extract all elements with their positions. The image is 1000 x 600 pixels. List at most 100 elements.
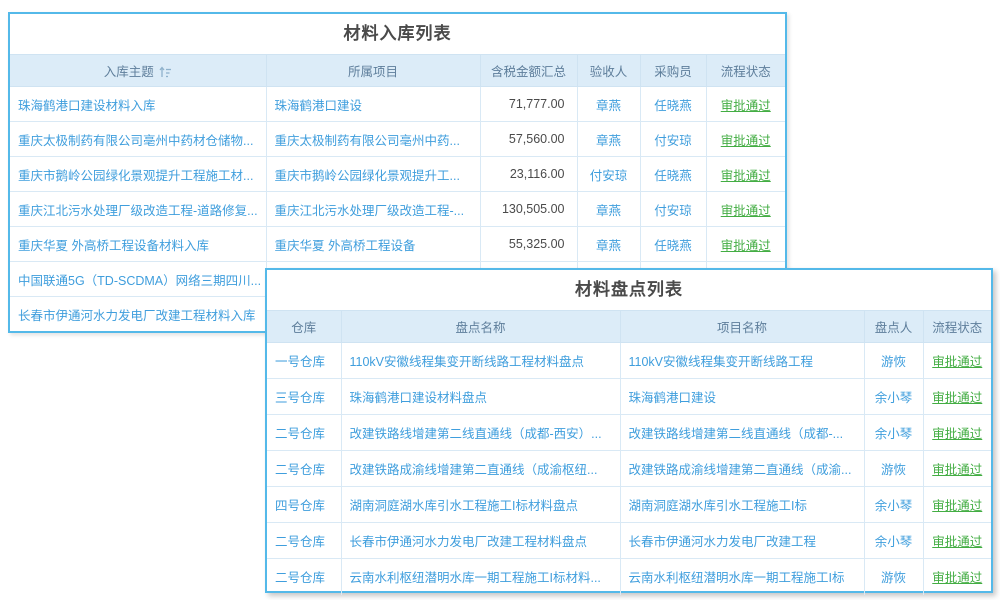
inbound-acceptor-cell[interactable]: 章燕 [577,227,640,262]
inventory-name-link[interactable]: 珠海鹤港口建设材料盘点 [341,379,620,415]
status-link[interactable]: 审批通过 [932,427,982,441]
inventory-status-cell: 审批通过 [923,379,991,415]
warehouse-cell[interactable]: 四号仓库 [267,487,341,523]
inbound-amount-cell: 55,325.00 [480,227,577,262]
inventory-person-cell[interactable]: 余小琴 [864,523,923,559]
inbound-acceptor-cell[interactable]: 章燕 [577,192,640,227]
inventory-status-cell: 审批通过 [923,559,991,595]
inbound-list-title: 材料入库列表 [10,14,785,54]
inventory-project-link[interactable]: 珠海鹤港口建设 [620,379,864,415]
inbound-row: 珠海鹤港口建设材料入库 珠海鹤港口建设 71,777.00 章燕 任晓燕 审批通… [10,87,785,122]
inventory-person-cell[interactable]: 游恢 [864,451,923,487]
inventory-row: 二号仓库 长春市伊通河水力发电厂改建工程材料盘点 长春市伊通河水力发电厂改建工程… [267,523,991,559]
status-link[interactable]: 审批通过 [932,499,982,513]
inventory-status-cell: 审批通过 [923,415,991,451]
inbound-project-link[interactable]: 珠海鹤港口建设 [266,87,480,122]
inbound-subject-link[interactable]: 重庆太极制药有限公司亳州中药材仓储物... [10,122,266,157]
inventory-row: 四号仓库 湖南洞庭湖水库引水工程施工I标材料盘点 湖南洞庭湖水库引水工程施工I标… [267,487,991,523]
inbound-project-link[interactable]: 重庆太极制药有限公司亳州中药... [266,122,480,157]
inventory-name-link[interactable]: 110kV安徽线程集变开断线路工程材料盘点 [341,343,620,379]
inventory-row: 三号仓库 珠海鹤港口建设材料盘点 珠海鹤港口建设 余小琴 审批通过 [267,379,991,415]
inventory-header-row: 仓库 盘点名称 项目名称 盘点人 流程状态 [267,311,991,343]
inventory-status-cell: 审批通过 [923,487,991,523]
inventory-col-person: 盘点人 [864,311,923,343]
inbound-header-row: 入库主题 所属项目 含税金额汇总 验收人 采购员 流程状态 [10,55,785,87]
warehouse-cell[interactable]: 三号仓库 [267,379,341,415]
inbound-status-cell: 审批通过 [706,227,785,262]
inbound-purchaser-cell[interactable]: 任晓燕 [640,157,706,192]
inventory-col-project: 项目名称 [620,311,864,343]
inventory-name-link[interactable]: 长春市伊通河水力发电厂改建工程材料盘点 [341,523,620,559]
status-link[interactable]: 审批通过 [932,463,982,477]
inbound-row: 重庆华夏 外高桥工程设备材料入库 重庆华夏 外高桥工程设备 55,325.00 … [10,227,785,262]
inbound-col-project: 所属项目 [266,55,480,87]
status-link[interactable]: 审批通过 [721,169,771,183]
inventory-list-card: 材料盘点列表 仓库 盘点名称 项目名称 盘点人 流程状态 一号仓库 110kV安… [265,268,993,593]
inbound-acceptor-cell[interactable]: 付安琼 [577,157,640,192]
inventory-project-link[interactable]: 改建铁路线增建第二线直通线（成都-... [620,415,864,451]
warehouse-cell[interactable]: 二号仓库 [267,559,341,595]
inbound-purchaser-cell[interactable]: 任晓燕 [640,87,706,122]
inventory-person-cell[interactable]: 余小琴 [864,487,923,523]
inbound-subject-link[interactable]: 重庆市鹅岭公园绿化景观提升工程施工材... [10,157,266,192]
inbound-subject-link[interactable]: 重庆江北污水处理厂级改造工程-道路修复... [10,192,266,227]
inbound-amount-cell: 57,560.00 [480,122,577,157]
status-link[interactable]: 审批通过 [932,571,982,585]
inbound-amount-cell: 130,505.00 [480,192,577,227]
status-link[interactable]: 审批通过 [721,99,771,113]
inbound-row: 重庆江北污水处理厂级改造工程-道路修复... 重庆江北污水处理厂级改造工程-..… [10,192,785,227]
status-link[interactable]: 审批通过 [721,134,771,148]
inbound-col-amount: 含税金额汇总 [480,55,577,87]
status-link[interactable]: 审批通过 [721,204,771,218]
inbound-subject-link[interactable]: 长春市伊通河水力发电厂改建工程材料入库 [10,297,266,332]
status-link[interactable]: 审批通过 [932,391,982,405]
status-link[interactable]: 审批通过 [932,355,982,369]
inbound-project-link[interactable]: 重庆华夏 外高桥工程设备 [266,227,480,262]
inbound-col-acceptor: 验收人 [577,55,640,87]
warehouse-cell[interactable]: 二号仓库 [267,451,341,487]
inventory-row: 一号仓库 110kV安徽线程集变开断线路工程材料盘点 110kV安徽线程集变开断… [267,343,991,379]
inventory-person-cell[interactable]: 游恢 [864,343,923,379]
inventory-project-link[interactable]: 改建铁路成渝线增建第二直通线（成渝... [620,451,864,487]
inbound-purchaser-cell[interactable]: 任晓燕 [640,227,706,262]
inventory-name-link[interactable]: 湖南洞庭湖水库引水工程施工I标材料盘点 [341,487,620,523]
page: { "colors": { "card_border": "#54b9e9", … [0,0,1000,600]
inventory-status-cell: 审批通过 [923,523,991,559]
inbound-subject-link[interactable]: 重庆华夏 外高桥工程设备材料入库 [10,227,266,262]
warehouse-cell[interactable]: 二号仓库 [267,415,341,451]
inbound-project-link[interactable]: 重庆市鹅岭公园绿化景观提升工... [266,157,480,192]
inventory-list-title: 材料盘点列表 [267,270,991,310]
inventory-person-cell[interactable]: 余小琴 [864,415,923,451]
inventory-table: 仓库 盘点名称 项目名称 盘点人 流程状态 一号仓库 110kV安徽线程集变开断… [267,310,991,595]
inbound-col-subject[interactable]: 入库主题 [10,55,266,87]
inbound-subject-link[interactable]: 珠海鹤港口建设材料入库 [10,87,266,122]
inbound-project-link[interactable]: 重庆江北污水处理厂级改造工程-... [266,192,480,227]
inventory-person-cell[interactable]: 游恢 [864,559,923,595]
warehouse-cell[interactable]: 一号仓库 [267,343,341,379]
inventory-name-link[interactable]: 改建铁路成渝线增建第二直通线（成渝枢纽... [341,451,620,487]
inventory-row: 二号仓库 改建铁路成渝线增建第二直通线（成渝枢纽... 改建铁路成渝线增建第二直… [267,451,991,487]
inventory-project-link[interactable]: 云南水利枢纽潜明水库一期工程施工I标 [620,559,864,595]
inbound-row: 重庆市鹅岭公园绿化景观提升工程施工材... 重庆市鹅岭公园绿化景观提升工... … [10,157,785,192]
inbound-amount-cell: 23,116.00 [480,157,577,192]
inventory-person-cell[interactable]: 余小琴 [864,379,923,415]
status-link[interactable]: 审批通过 [932,535,982,549]
inbound-col-purchaser: 采购员 [640,55,706,87]
inbound-row: 重庆太极制药有限公司亳州中药材仓储物... 重庆太极制药有限公司亳州中药... … [10,122,785,157]
inbound-subject-link[interactable]: 中国联通5G（TD-SCDMA）网络三期四川... [10,262,266,297]
inventory-name-link[interactable]: 云南水利枢纽潜明水库一期工程施工I标材料... [341,559,620,595]
inbound-purchaser-cell[interactable]: 付安琼 [640,192,706,227]
inbound-acceptor-cell[interactable]: 章燕 [577,122,640,157]
warehouse-cell[interactable]: 二号仓库 [267,523,341,559]
inventory-project-link[interactable]: 湖南洞庭湖水库引水工程施工I标 [620,487,864,523]
inbound-status-cell: 审批通过 [706,157,785,192]
inbound-acceptor-cell[interactable]: 章燕 [577,87,640,122]
inventory-col-status: 流程状态 [923,311,991,343]
inventory-project-link[interactable]: 110kV安徽线程集变开断线路工程 [620,343,864,379]
inventory-project-link[interactable]: 长春市伊通河水力发电厂改建工程 [620,523,864,559]
inventory-name-link[interactable]: 改建铁路线增建第二线直通线（成都-西安）... [341,415,620,451]
sort-ascending-icon[interactable] [159,66,172,81]
inbound-purchaser-cell[interactable]: 付安琼 [640,122,706,157]
status-link[interactable]: 审批通过 [721,239,771,253]
inbound-status-cell: 审批通过 [706,192,785,227]
